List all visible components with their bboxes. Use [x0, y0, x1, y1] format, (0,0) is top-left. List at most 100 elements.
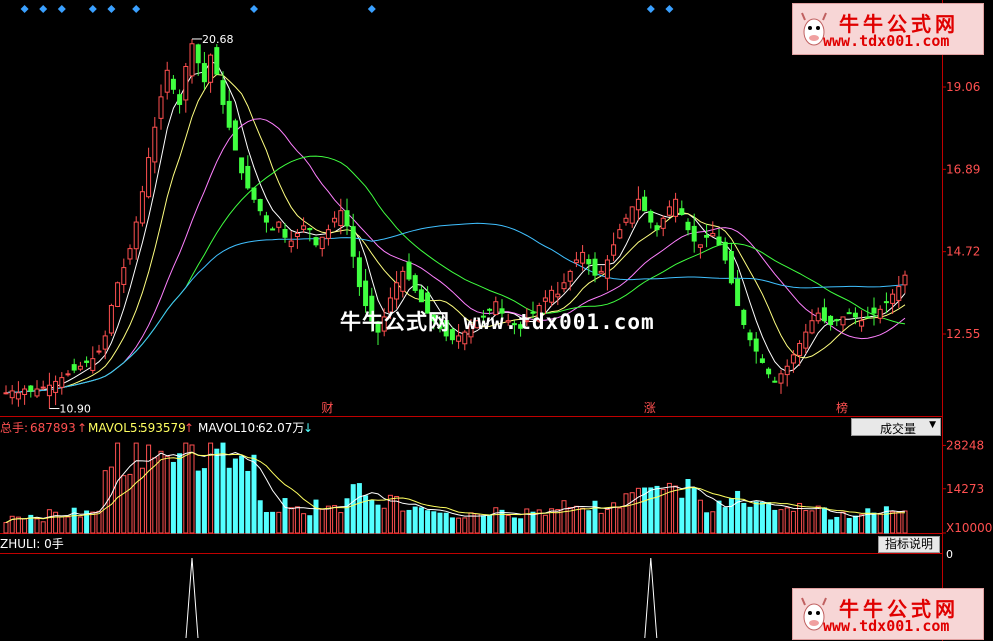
volume-bar	[815, 505, 821, 534]
volume-bar	[40, 521, 46, 534]
volume-bar	[90, 511, 96, 534]
volume-tick-label: 28248	[946, 438, 984, 452]
volume-bar	[480, 515, 486, 534]
volume-bar	[865, 508, 871, 534]
volume-bar	[704, 512, 710, 534]
volume-bar	[164, 455, 170, 534]
volume-bar	[15, 516, 21, 534]
price-tick-label: 14.72	[946, 245, 980, 259]
volume-bar	[239, 455, 245, 534]
volume-bar	[121, 475, 127, 534]
volume-tick-label: X10000	[946, 521, 992, 535]
volume-bar	[499, 509, 505, 534]
volume-bar	[660, 488, 666, 534]
volume-bar	[840, 511, 846, 534]
volume-bar	[697, 499, 703, 534]
volume-bar	[753, 501, 759, 534]
volume-bar	[635, 487, 641, 534]
volume-bar	[59, 516, 65, 534]
volume-bar	[270, 511, 276, 534]
volume-bar	[449, 517, 455, 534]
volume-bar	[710, 511, 716, 534]
volume-bar	[474, 513, 480, 534]
volume-bar	[146, 444, 152, 534]
volume-bar	[790, 510, 796, 534]
volume-bar	[412, 506, 418, 534]
volume-bar	[797, 502, 803, 534]
volume-bar	[871, 512, 877, 534]
volume-bar	[716, 500, 722, 534]
volume-bar	[220, 442, 226, 534]
price-tick-label: 16.89	[946, 162, 980, 176]
volume-bar	[406, 509, 412, 534]
volume-bar	[294, 506, 300, 534]
candle	[232, 118, 238, 151]
volume-bar	[189, 444, 195, 534]
price-tick-label: 12.55	[946, 327, 980, 341]
volume-bar	[350, 484, 356, 534]
volume-bar	[108, 466, 114, 534]
dropdown-arrow-icon: ▼	[929, 420, 936, 430]
volume-bar	[846, 517, 852, 534]
volume-bar	[34, 518, 40, 534]
volume-bar	[456, 517, 462, 534]
volume-bar	[580, 507, 586, 534]
volume-indicator-selector[interactable]: 成交量 ▼	[851, 418, 941, 436]
volume-bar	[821, 507, 827, 534]
indicator-axis-tick: 0	[946, 548, 953, 561]
volume-bar	[3, 522, 9, 534]
mavol10-label: MAVOL10:	[198, 421, 259, 435]
volume-bar	[654, 485, 660, 534]
volume-bar	[400, 510, 406, 534]
high-label: 20.68	[202, 33, 234, 46]
volume-bar	[679, 497, 685, 534]
volume-bar	[443, 512, 449, 534]
volume-bar	[325, 505, 331, 534]
volume-bar	[828, 519, 834, 534]
volume-bar	[276, 511, 282, 534]
volume-bar	[561, 500, 567, 534]
volume-bar	[338, 512, 344, 534]
mavol10-value: 62.07万	[258, 421, 304, 435]
volume-bar	[22, 518, 28, 534]
price-tick-label: 19.06	[946, 80, 980, 94]
volume-bar	[65, 516, 71, 534]
event-marker[interactable]: 财	[321, 401, 333, 415]
indicator-explain-button[interactable]: 指标说明	[878, 536, 940, 553]
total-volume-value: 687893	[30, 421, 76, 435]
volume-bar	[437, 512, 443, 534]
volume-bar	[778, 509, 784, 534]
volume-bar	[803, 510, 809, 534]
volume-bar	[629, 492, 635, 534]
volume-bar	[617, 507, 623, 534]
mavol5-label: MAVOL5:	[88, 421, 142, 435]
volume-bar	[115, 442, 121, 534]
down-arrow-icon: ↓	[303, 421, 313, 435]
volume-bar	[604, 508, 610, 534]
volume-bar	[809, 510, 815, 534]
volume-bar	[307, 515, 313, 534]
logo-bottom: 牛牛公式网 www.tdx001.com	[792, 588, 984, 640]
volume-bar	[226, 467, 232, 534]
low-label: 10.90	[59, 403, 91, 416]
volume-bar	[332, 505, 338, 534]
event-marker[interactable]: 涨	[644, 400, 656, 415]
volume-bar	[852, 515, 858, 534]
volume-tick-label: 14273	[946, 482, 984, 496]
volume-bar	[375, 504, 381, 534]
volume-bar	[96, 510, 102, 534]
volume-bar	[313, 499, 319, 534]
candle	[115, 281, 121, 308]
event-marker[interactable]: 榜	[836, 400, 848, 415]
volume-bar	[282, 498, 288, 534]
volume-bar	[177, 453, 183, 534]
volume-bar	[511, 517, 517, 534]
volume-bar	[666, 482, 672, 534]
volume-bar	[301, 513, 307, 534]
volume-bar	[735, 490, 741, 534]
volume-bar	[859, 514, 865, 534]
volume-bar	[542, 514, 548, 534]
volume-bar	[232, 458, 238, 534]
volume-bar	[381, 507, 387, 534]
volume-bar	[766, 502, 772, 534]
